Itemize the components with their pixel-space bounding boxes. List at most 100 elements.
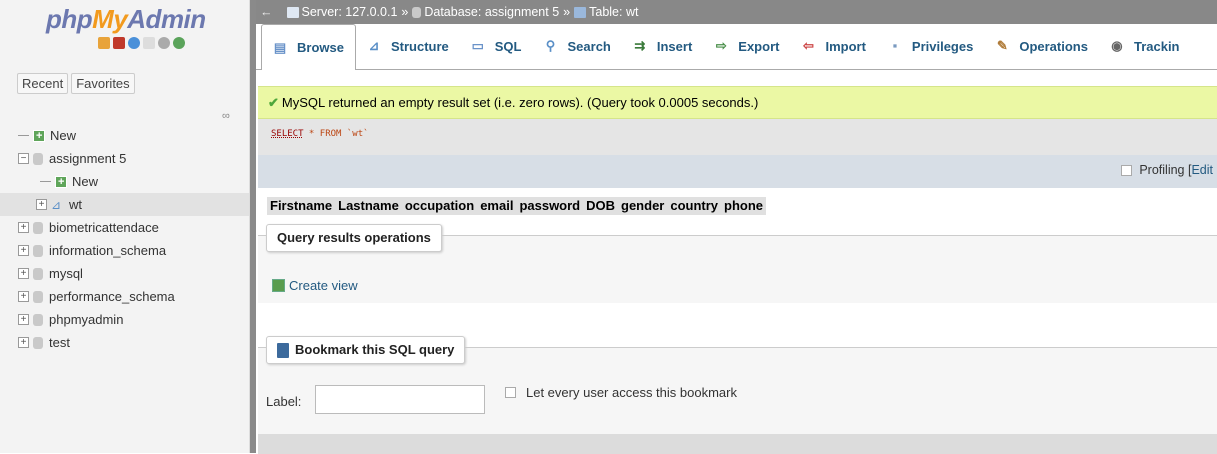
checkmark-icon: ✔ (268, 95, 279, 110)
tree-item-assignment-5[interactable]: − assignment 5 (18, 147, 249, 170)
column-header[interactable]: DOB (583, 197, 618, 215)
database-icon (33, 244, 43, 257)
tree-item-mysql[interactable]: + mysql (18, 262, 249, 285)
import-icon: ⇦ (803, 38, 814, 53)
help-icon[interactable] (128, 37, 140, 49)
tree-item-wt[interactable]: + ⊿ wt (0, 193, 249, 216)
expand-icon[interactable]: + (18, 245, 29, 256)
column-header[interactable]: gender (618, 197, 667, 215)
tree-item-test[interactable]: + test (18, 331, 249, 354)
reload-icon[interactable] (173, 37, 185, 49)
collapse-icon[interactable]: − (18, 153, 29, 164)
database-icon (33, 221, 43, 234)
tab-sql[interactable]: ▭ SQL (460, 23, 533, 69)
profiling-edit-link[interactable]: Edit (1191, 163, 1213, 177)
expand-icon[interactable]: + (18, 268, 29, 279)
phpmyadmin-logo[interactable]: phpMyAdmin (46, 4, 206, 35)
bookmark-label-text: Label: (266, 394, 302, 409)
expand-icon[interactable]: + (18, 337, 29, 348)
sql-query-box: SELECT * FROM `wt` (258, 119, 1217, 155)
create-view-link[interactable]: Create view (272, 278, 358, 293)
new-icon (33, 125, 45, 148)
server-icon (286, 6, 299, 18)
search-icon: ⚲ (545, 38, 556, 53)
profiling-bar: Profiling [Edit (258, 155, 1217, 188)
tab-privileges[interactable]: ▪ Privileges (877, 23, 984, 69)
sql-query[interactable]: SELECT * FROM `wt` (271, 129, 369, 139)
profiling-checkbox[interactable] (1121, 164, 1133, 176)
expand-icon[interactable]: + (36, 199, 47, 210)
tree-item-biometricattendace[interactable]: + biometricattendace (18, 216, 249, 239)
bookmark-shared-checkbox[interactable] (505, 387, 516, 398)
success-message: ✔ MySQL returned an empty result set (i.e… (258, 86, 1217, 119)
privileges-icon: ▪ (892, 38, 898, 53)
column-header[interactable]: Lastname (335, 197, 402, 215)
tab-import[interactable]: ⇦ Import (790, 23, 876, 69)
database-icon (33, 267, 43, 280)
database-icon (412, 6, 422, 18)
home-icon[interactable] (98, 37, 110, 49)
breadcrumb-table[interactable]: Table: wt (574, 0, 638, 24)
insert-icon: ⇉ (634, 38, 646, 53)
tree-item-new-table[interactable]: New (18, 170, 249, 194)
new-icon (55, 171, 67, 194)
tree-item-new[interactable]: New (18, 124, 249, 148)
sql-icon: ▭ (471, 38, 484, 53)
browse-icon: ▤ (273, 39, 287, 55)
tab-operations[interactable]: ✎ Operations (984, 23, 1099, 69)
gear-icon[interactable] (158, 37, 170, 49)
table-icon: ⊿ (51, 197, 62, 212)
create-view-icon (272, 279, 285, 292)
docs-icon[interactable] (143, 37, 155, 49)
link-icon[interactable]: ∞ (222, 110, 230, 122)
back-arrow-icon[interactable]: ← (260, 0, 273, 24)
main-content: ✔ MySQL returned an empty result set (i.e… (256, 71, 1217, 454)
expand-icon[interactable]: + (18, 291, 29, 302)
database-icon (33, 336, 43, 349)
column-header[interactable]: occupation (402, 197, 477, 215)
profiling-option: Profiling [Edit (1121, 163, 1213, 177)
tab-export[interactable]: ⇨ Export (703, 23, 790, 69)
database-icon (33, 152, 43, 165)
tracking-icon: ◉ (1111, 38, 1123, 53)
query-results-operations-legend: Query results operations (266, 224, 442, 252)
expand-icon[interactable]: + (18, 222, 29, 233)
tree-item-performance-schema[interactable]: + performance_schema (18, 285, 249, 308)
tab-structure[interactable]: ⊿ Structure (356, 23, 460, 69)
bookmark-icon (277, 342, 289, 358)
structure-icon: ⊿ (368, 38, 380, 53)
column-header[interactable]: email (477, 197, 516, 215)
database-icon (33, 313, 43, 326)
database-icon (33, 290, 43, 303)
tree-item-phpmyadmin[interactable]: + phpmyadmin (18, 308, 249, 331)
bookmark-legend: Bookmark this SQL query (266, 336, 466, 364)
breadcrumb-database[interactable]: Database: assignment 5 (412, 0, 559, 24)
tab-tracking[interactable]: ◉ Trackin (1099, 23, 1191, 69)
column-header[interactable]: password (516, 197, 583, 215)
column-header[interactable]: phone (721, 197, 766, 215)
column-header[interactable]: Firstname (267, 197, 335, 215)
recent-button[interactable]: Recent (17, 73, 69, 94)
tree-item-information-schema[interactable]: + information_schema (18, 239, 249, 262)
export-icon: ⇨ (715, 38, 727, 53)
logout-icon[interactable] (113, 37, 125, 49)
tab-insert[interactable]: ⇉ Insert (622, 23, 703, 69)
query-results-operations: Query results operations Create view (258, 224, 1217, 303)
favorites-button[interactable]: Favorites (71, 73, 135, 94)
tab-browse[interactable]: ▤ Browse (261, 24, 356, 70)
expand-icon[interactable]: + (18, 314, 29, 325)
navigation-panel: phpMyAdmin Recent Favorites ∞ New −assig… (0, 0, 250, 453)
tab-search[interactable]: ⚲ Search (533, 23, 622, 69)
breadcrumb: ← Server: 127.0.0.1 » Database: assignme… (256, 0, 1217, 24)
quick-links (98, 37, 185, 49)
table-icon (574, 6, 587, 18)
tab-bar: ▤ Browse ⊿ Structure ▭ SQL ⚲ Search ⇉ Insert … (256, 24, 1217, 70)
bookmark-sql-query: Bookmark this SQL query Label: Let every… (258, 336, 1217, 454)
bookmark-label-input[interactable] (315, 385, 485, 414)
breadcrumb-server[interactable]: Server: 127.0.0.1 (286, 0, 397, 24)
recent-favorites-tabs: Recent Favorites (17, 73, 138, 94)
database-tree: New −assignment 5 New +⊿wt +biometricatt… (0, 124, 249, 354)
bookmark-footer (258, 434, 1217, 454)
column-header[interactable]: country (667, 197, 721, 215)
bookmark-shared-option: Let every user access this bookmark (505, 385, 737, 400)
